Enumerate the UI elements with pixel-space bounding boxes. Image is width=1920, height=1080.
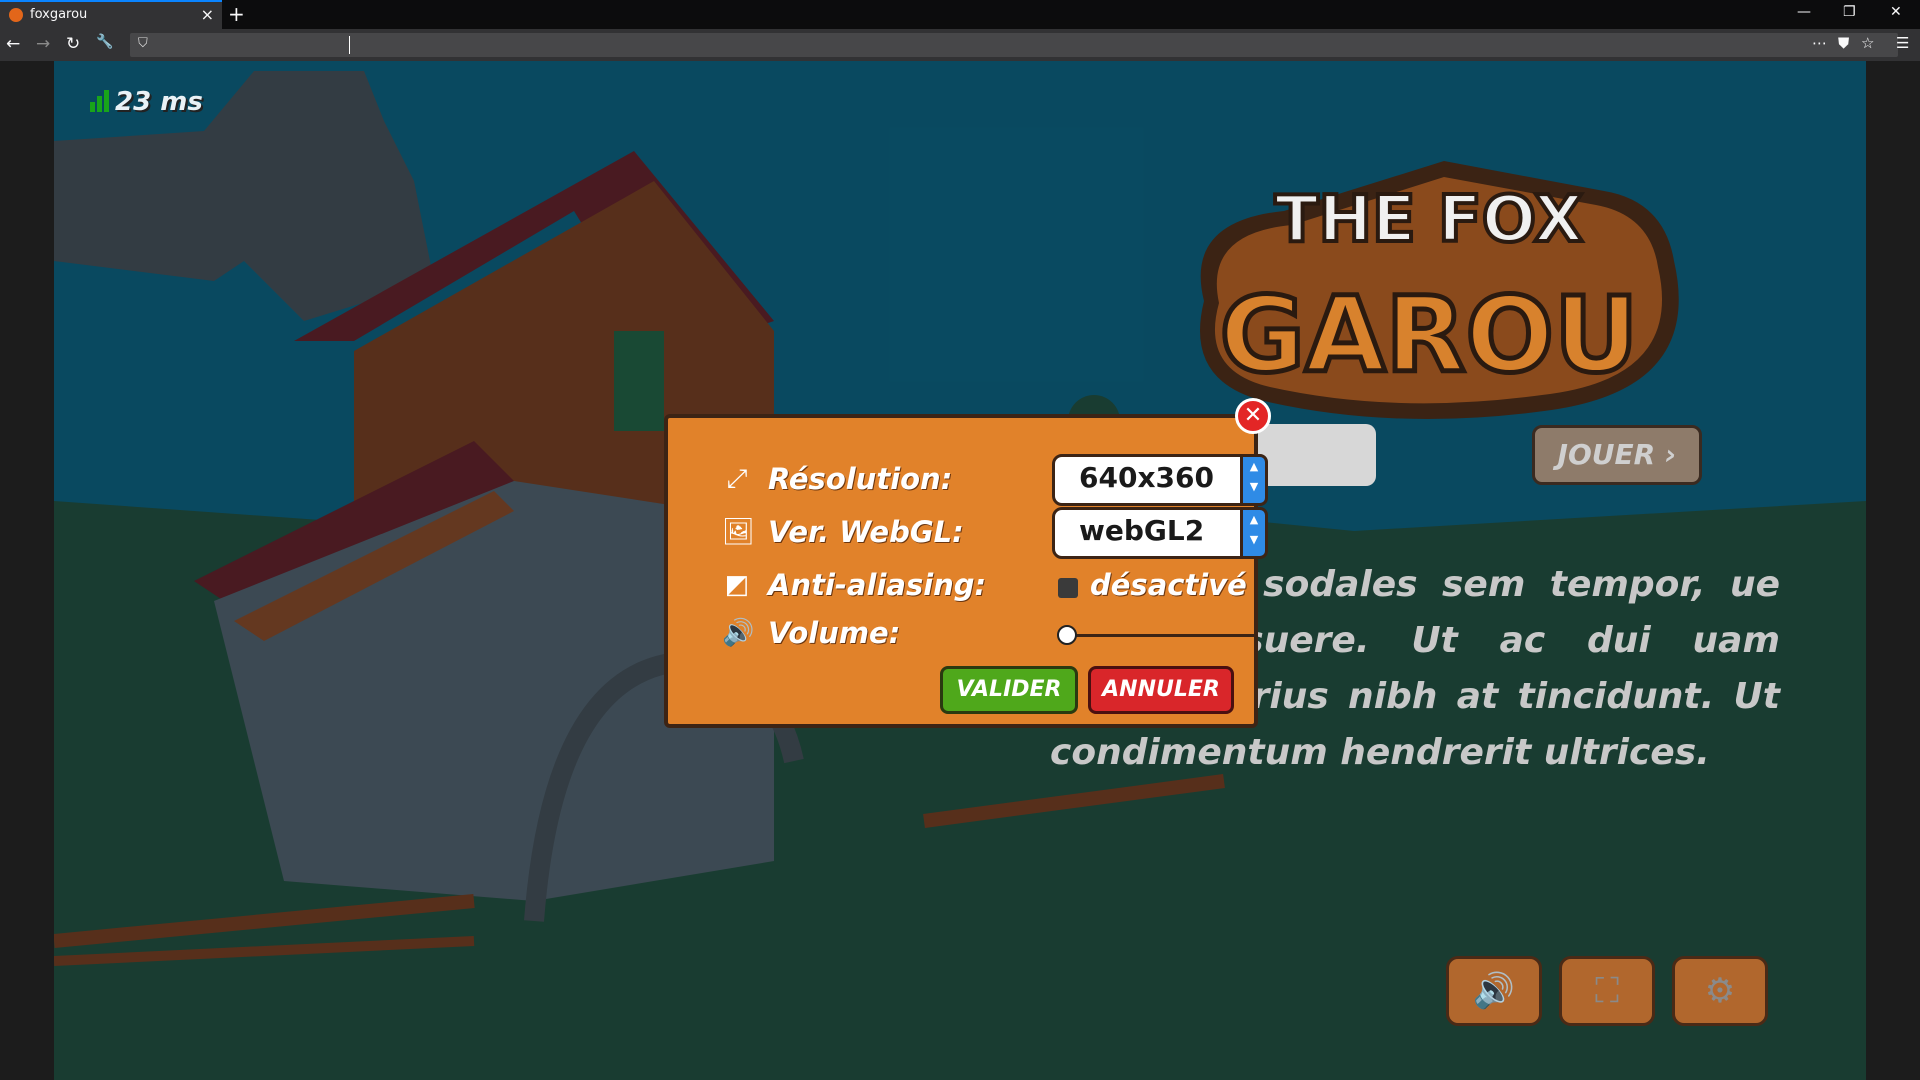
sound-button[interactable]: 🔊 bbox=[1446, 956, 1542, 1026]
resolution-label: Résolution: bbox=[768, 462, 953, 496]
ping-indicator: 23 ms bbox=[90, 87, 203, 119]
play-button[interactable]: JOUER › bbox=[1532, 425, 1702, 485]
antialias-checkbox[interactable] bbox=[1058, 578, 1078, 598]
restore-icon[interactable]: ❐ bbox=[1843, 4, 1856, 20]
new-tab-icon[interactable]: + bbox=[228, 2, 245, 26]
antialias-state: désactivé bbox=[1090, 568, 1247, 602]
back-icon[interactable]: ← bbox=[6, 34, 20, 54]
minimize-icon[interactable]: — bbox=[1797, 4, 1811, 20]
cancel-button[interactable]: ANNULER bbox=[1088, 666, 1234, 714]
star-icon[interactable]: ☆ bbox=[1861, 34, 1874, 52]
spinner-arrows-icon[interactable]: ▲ ▼ bbox=[1240, 507, 1268, 559]
fullscreen-icon: ⛶ bbox=[1595, 971, 1619, 1011]
volume-slider-handle[interactable] bbox=[1057, 625, 1077, 645]
antialias-squares-icon: ◩ bbox=[724, 570, 750, 600]
validate-button[interactable]: VALIDER bbox=[940, 666, 1078, 714]
signal-icon bbox=[90, 89, 111, 119]
webgl-label: Ver. WebGL: bbox=[768, 515, 964, 549]
browser-tab[interactable]: foxgarou × bbox=[0, 0, 222, 29]
volume-slider[interactable] bbox=[1068, 634, 1256, 637]
close-icon[interactable]: ✕ bbox=[1890, 4, 1902, 20]
speaker-icon: 🔊 bbox=[722, 618, 755, 648]
pocket-icon[interactable]: ⛊ bbox=[1838, 34, 1849, 52]
menu-icon[interactable]: ☰ bbox=[1896, 34, 1909, 52]
spinner-arrows-icon[interactable]: ▲ ▼ bbox=[1240, 454, 1268, 506]
resize-arrows-icon: ⤢ bbox=[726, 464, 748, 494]
fullscreen-button[interactable]: ⛶ bbox=[1559, 956, 1655, 1026]
url-bar[interactable]: ⛉ bbox=[130, 33, 1898, 57]
webgl-value: webGL2 bbox=[1079, 514, 1205, 547]
logo-line-1: THE FOX bbox=[1275, 183, 1583, 257]
fox-favicon-icon bbox=[9, 8, 23, 22]
image-icon: 🖼 bbox=[722, 517, 756, 547]
reload-icon[interactable]: ↻ bbox=[66, 34, 80, 54]
resolution-value: 640x360 bbox=[1079, 461, 1214, 494]
wrench-icon[interactable]: 🔧 bbox=[96, 34, 113, 50]
forward-icon[interactable]: → bbox=[36, 34, 50, 54]
browser-tab-bar: foxgarou × + — ❐ ✕ bbox=[0, 0, 1920, 29]
logo-line-2: GAROU bbox=[1220, 274, 1639, 396]
speaker-icon: 🔊 bbox=[1472, 971, 1516, 1011]
url-caret bbox=[349, 36, 350, 54]
resolution-select[interactable]: 640x360 ▲ ▼ bbox=[1052, 454, 1268, 506]
dialog-close-icon[interactable]: ✕ bbox=[1235, 398, 1271, 434]
settings-button[interactable]: ⚙ bbox=[1672, 956, 1768, 1026]
tab-close-icon[interactable]: × bbox=[201, 5, 214, 24]
webgl-select[interactable]: webGL2 ▲ ▼ bbox=[1052, 507, 1268, 559]
more-icon[interactable]: ⋯ bbox=[1812, 34, 1827, 52]
antialias-label: Anti-aliasing: bbox=[768, 568, 987, 602]
settings-dialog: ⤢ Résolution: 640x360 ▲ ▼ 🖼 Ver. WebGL: w… bbox=[664, 414, 1268, 728]
shield-icon[interactable]: ⛉ bbox=[138, 36, 148, 51]
game-logo: THE FOX GAROU bbox=[1200, 161, 1679, 419]
gears-icon: ⚙ bbox=[1704, 971, 1736, 1011]
ping-value: 23 ms bbox=[115, 87, 203, 117]
browser-toolbar: ← → ↻ 🔧 ⛉ ⋯ ⛊ ☆ ☰ bbox=[0, 29, 1920, 61]
volume-label: Volume: bbox=[768, 616, 901, 650]
tab-title: foxgarou bbox=[30, 7, 88, 22]
